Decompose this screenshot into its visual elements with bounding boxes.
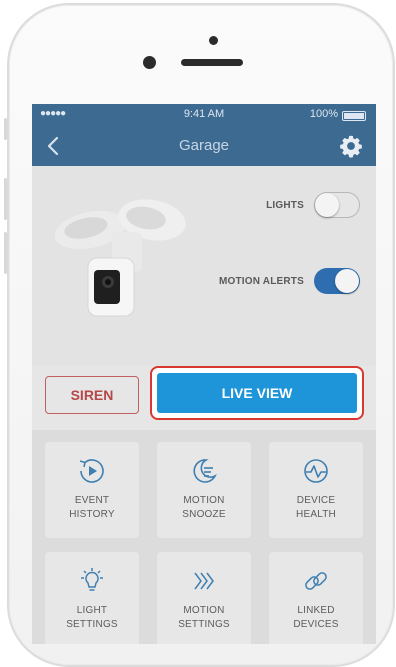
mute-switch [4, 118, 7, 140]
tile-label: MOTION SETTINGS [178, 605, 230, 630]
siren-button[interactable]: SIREN [45, 376, 139, 414]
volume-down-button [4, 232, 7, 274]
motion-chevrons-icon [194, 572, 214, 590]
tile-device-health[interactable]: DEVICE HEALTH [269, 442, 363, 538]
tile-motion-snooze[interactable]: MOTION SNOOZE [157, 442, 251, 538]
gear-icon[interactable] [338, 133, 364, 159]
tile-label: MOTION SNOOZE [182, 495, 226, 520]
lights-row: LIGHTS [266, 190, 360, 220]
app-screen: ●●●●● 9:41 AM 100% Garage LIGHTS MOTION … [32, 104, 376, 644]
tile-linked-devices[interactable]: LINKED DEVICES [269, 552, 363, 644]
tile-label: LINKED DEVICES [293, 605, 339, 630]
moon-icon [193, 459, 217, 483]
tile-event-history[interactable]: EVENT HISTORY [45, 442, 139, 538]
page-title: Garage [178, 137, 230, 154]
nav-bar: Garage [32, 126, 376, 166]
device-panel: LIGHTS MOTION ALERTS [32, 166, 376, 366]
lights-label: LIGHTS [266, 199, 304, 211]
link-icon [305, 572, 327, 590]
lights-toggle[interactable] [314, 192, 360, 218]
battery-icon [342, 111, 366, 121]
heartbeat-icon [304, 459, 328, 483]
battery-percent: 100% [309, 108, 338, 120]
status-bar: ●●●●● 9:41 AM 100% [32, 104, 376, 126]
live-view-highlight: LIVE VIEW [150, 366, 364, 420]
motion-alerts-row: MOTION ALERTS [219, 266, 360, 296]
toggle-knob [335, 269, 359, 293]
earpiece-speaker [181, 59, 243, 66]
floodlight-camera-image [54, 199, 186, 317]
tile-light-settings[interactable]: LIGHT SETTINGS [45, 552, 139, 644]
tile-motion-settings[interactable]: MOTION SETTINGS [157, 552, 251, 644]
tile-label: DEVICE HEALTH [296, 495, 336, 520]
event-history-icon [79, 459, 104, 483]
light-bulb-icon [81, 568, 103, 591]
front-camera [143, 56, 156, 69]
volume-up-button [4, 178, 7, 220]
tile-label: LIGHT SETTINGS [66, 605, 118, 630]
live-view-button[interactable]: LIVE VIEW [157, 373, 357, 413]
motion-alerts-toggle[interactable] [314, 268, 360, 294]
proximity-sensor [209, 36, 218, 45]
toggle-knob [315, 192, 339, 217]
motion-alerts-label: MOTION ALERTS [218, 275, 304, 287]
feature-grid: EVENT HISTORY MOTION SNOOZE DEVICE HEALTH [32, 430, 376, 644]
tile-label: EVENT HISTORY [69, 495, 115, 520]
